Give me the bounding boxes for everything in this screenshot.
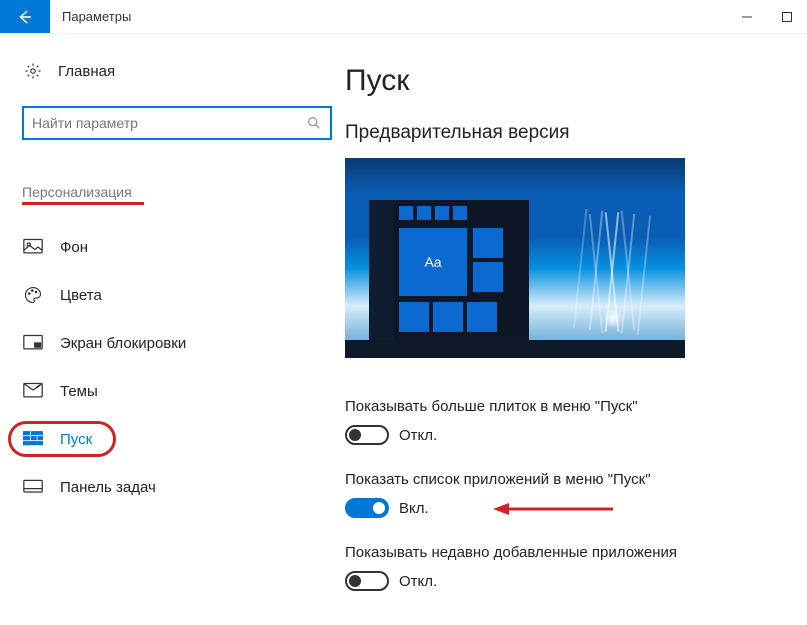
sidebar-item-taskbar[interactable]: Панель задач [22,463,323,511]
preview-subheading: Предварительная версия [345,122,787,144]
toggle-recent-apps[interactable] [345,571,389,591]
picture-icon [22,238,44,256]
sidebar-item-colors[interactable]: Цвета [22,271,323,319]
search-input[interactable] [32,115,306,131]
sidebar-item-label: Цвета [60,287,102,304]
minimize-icon [741,11,753,23]
lockscreen-icon [22,334,44,352]
sidebar: Главная Персонализация Фон Цвета Экран б… [0,34,345,625]
sidebar-item-label: Темы [60,383,98,400]
toggle-app-list[interactable] [345,498,389,518]
toggle-more-tiles[interactable] [345,425,389,445]
preview-start-menu: Aa [369,200,529,340]
toggle-state-text: Вкл. [399,500,429,517]
back-button[interactable] [0,0,50,33]
annotation-circle [8,421,116,457]
gear-icon [22,62,44,80]
arrow-left-icon [16,8,34,26]
sidebar-item-background[interactable]: Фон [22,223,323,271]
home-row[interactable]: Главная [22,62,323,80]
preview-tile-aa: Aa [399,228,467,296]
titlebar: Параметры [0,0,807,34]
palette-icon [22,286,44,304]
sidebar-item-label: Экран блокировки [60,335,186,352]
category-header: Персонализация [22,184,323,200]
setting-label: Показывать недавно добавленные приложени… [345,544,787,561]
annotation-arrow [493,500,613,523]
maximize-icon [781,11,793,23]
setting-recent-apps: Показывать недавно добавленные приложени… [345,544,787,591]
taskbar-icon [22,478,44,496]
main-panel: Пуск Предварительная версия Aa [345,34,807,625]
setting-label: Показать список приложений в меню "Пуск" [345,471,787,488]
maximize-button[interactable] [767,0,807,33]
sidebar-item-start[interactable]: Пуск [22,415,323,463]
home-label: Главная [58,63,115,80]
page-heading: Пуск [345,64,787,98]
toggle-state-text: Откл. [399,427,437,444]
setting-app-list: Показать список приложений в меню "Пуск"… [345,471,787,518]
start-preview: Aa [345,158,685,358]
annotation-underline [22,202,144,205]
themes-icon [22,382,44,400]
search-icon [306,115,322,131]
search-input-container[interactable] [22,106,332,140]
sidebar-item-label: Панель задач [60,479,156,496]
sidebar-item-label: Фон [60,239,88,256]
content-area: Главная Персонализация Фон Цвета Экран б… [0,34,807,625]
sidebar-item-themes[interactable]: Темы [22,367,323,415]
toggle-state-text: Откл. [399,573,437,590]
setting-label: Показывать больше плиток в меню "Пуск" [345,398,787,415]
setting-more-tiles: Показывать больше плиток в меню "Пуск" О… [345,398,787,445]
minimize-button[interactable] [727,0,767,33]
preview-taskbar [345,340,685,358]
window-title: Параметры [50,0,143,33]
sidebar-item-lockscreen[interactable]: Экран блокировки [22,319,323,367]
window-controls [727,0,807,33]
